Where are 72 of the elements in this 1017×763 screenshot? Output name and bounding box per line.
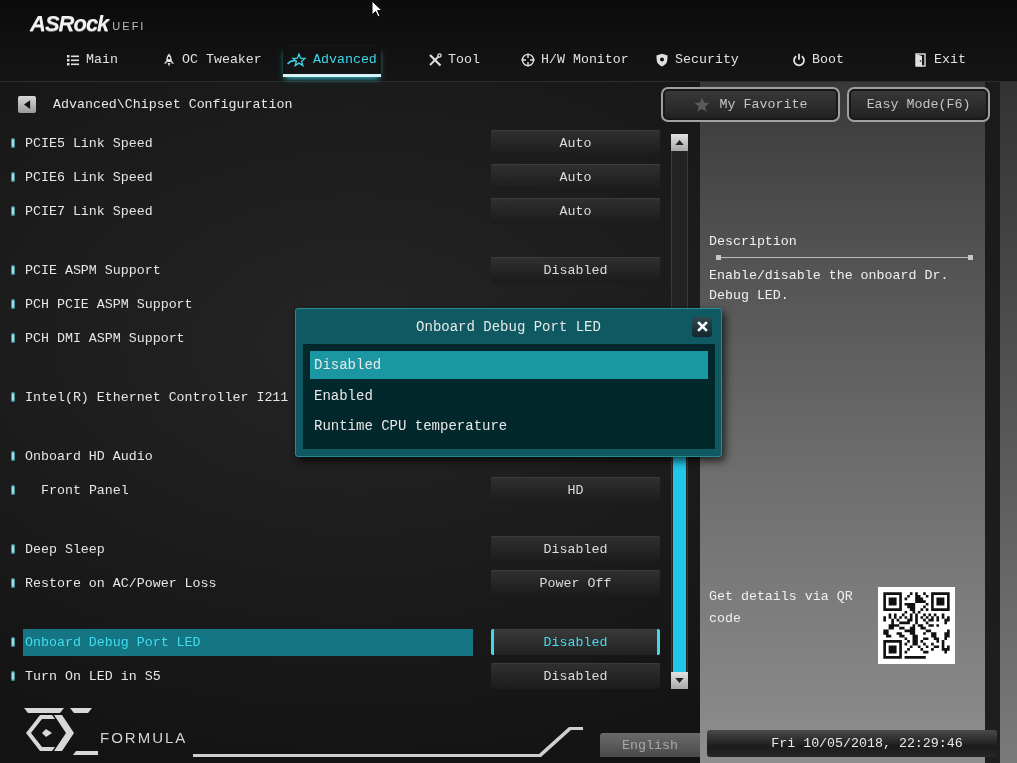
mouse-pointer-icon — [371, 0, 383, 18]
option-item[interactable]: Runtime CPU temperature — [310, 411, 708, 441]
scroll-up-button[interactable] — [671, 134, 688, 151]
setting-label[interactable]: Front Panel — [39, 476, 131, 504]
setting-value-button[interactable]: Power Off — [491, 570, 660, 596]
bullet-marker-icon — [10, 670, 16, 682]
bullet-marker-icon — [10, 264, 16, 276]
setting-label[interactable]: PCIE7 Link Speed — [23, 197, 155, 225]
date-time-bar: Fri 10/05/2018, 22:29:46 — [707, 730, 997, 757]
back-button[interactable] — [18, 95, 36, 113]
rocket-icon — [162, 52, 176, 67]
star-icon — [287, 52, 307, 67]
bullet-marker-icon — [10, 543, 16, 555]
setting-value-button[interactable]: Disabled — [491, 629, 660, 655]
bullet-marker-icon — [10, 298, 16, 310]
door-icon — [914, 52, 928, 67]
setting-value-button[interactable]: Auto — [491, 198, 660, 224]
setting-value-button[interactable]: Disabled — [491, 663, 660, 689]
list-icon — [66, 52, 80, 67]
close-button[interactable] — [692, 316, 712, 337]
formula-logo-text: FORMULA — [100, 730, 188, 746]
bullet-marker-icon — [10, 450, 16, 462]
menu-tab[interactable]: H/W Monitor — [517, 46, 633, 77]
triangle-down-icon — [675, 678, 684, 683]
bullet-marker-icon — [10, 636, 16, 648]
breadcrumb-path: Advanced\Chipset Configuration — [53, 96, 293, 112]
bullet-marker-icon — [10, 137, 16, 149]
bullet-marker-icon — [10, 484, 16, 496]
setting-label[interactable]: Onboard HD Audio — [23, 442, 155, 470]
bullet-marker-icon — [10, 205, 16, 217]
setting-label[interactable]: Restore on AC/Power Loss — [23, 569, 219, 597]
description-text: Enable/disable the onboard Dr. Debug LED. — [709, 267, 950, 305]
bullet-marker-icon — [10, 171, 16, 183]
popup-title: Onboard Debug Port LED — [416, 318, 601, 335]
qr-code-icon — [878, 587, 955, 664]
close-icon — [696, 321, 708, 332]
setting-label[interactable]: PCH DMI ASPM Support — [23, 324, 187, 352]
brand-logo: ASRock — [30, 12, 109, 36]
header-button[interactable]: My Favorite — [661, 87, 840, 122]
bullet-marker-icon — [10, 391, 16, 403]
logo-suffix: UEFI — [112, 19, 146, 34]
setting-label[interactable]: Intel(R) Ethernet Controller I211 — [23, 383, 291, 411]
scroll-down-button[interactable] — [671, 672, 688, 689]
setting-label[interactable]: Turn On LED in S5 — [23, 662, 163, 690]
bullet-marker-icon — [10, 332, 16, 344]
setting-value-button[interactable]: Disabled — [491, 536, 660, 562]
tools-icon — [428, 52, 442, 67]
setting-label[interactable]: PCIE5 Link Speed — [23, 129, 155, 157]
power-icon — [792, 52, 806, 67]
bullet-marker-icon — [10, 577, 16, 589]
setting-label[interactable]: PCH PCIE ASPM Support — [23, 290, 195, 318]
menu-tab[interactable]: Advanced — [283, 46, 381, 77]
menu-tab[interactable]: Boot — [788, 46, 848, 77]
option-item[interactable]: Enabled — [310, 381, 708, 411]
menu-tab[interactable]: Exit — [910, 46, 970, 77]
menu-tab[interactable]: Security — [651, 46, 743, 77]
setting-label[interactable]: PCIE ASPM Support — [23, 256, 163, 284]
setting-value-button[interactable]: Auto — [491, 130, 660, 156]
menu-tab[interactable]: Tool — [424, 46, 484, 77]
header-button[interactable]: Easy Mode(F6) — [847, 87, 990, 122]
menu-tab[interactable]: Main — [62, 46, 122, 77]
star-icon — [693, 96, 710, 113]
shield-icon — [655, 52, 669, 67]
menu-tab[interactable]: OC Tweaker — [158, 46, 266, 77]
triangle-up-icon — [675, 140, 684, 145]
description-heading: Description — [709, 234, 798, 250]
setting-label[interactable]: PCIE6 Link Speed — [23, 163, 155, 191]
setting-label[interactable]: Deep Sleep — [23, 535, 107, 563]
crosshair-icon — [521, 52, 535, 67]
qr-caption: Get details via QR code — [709, 588, 854, 628]
caret-left-icon — [23, 99, 31, 109]
setting-value-button[interactable]: Disabled — [491, 257, 660, 283]
